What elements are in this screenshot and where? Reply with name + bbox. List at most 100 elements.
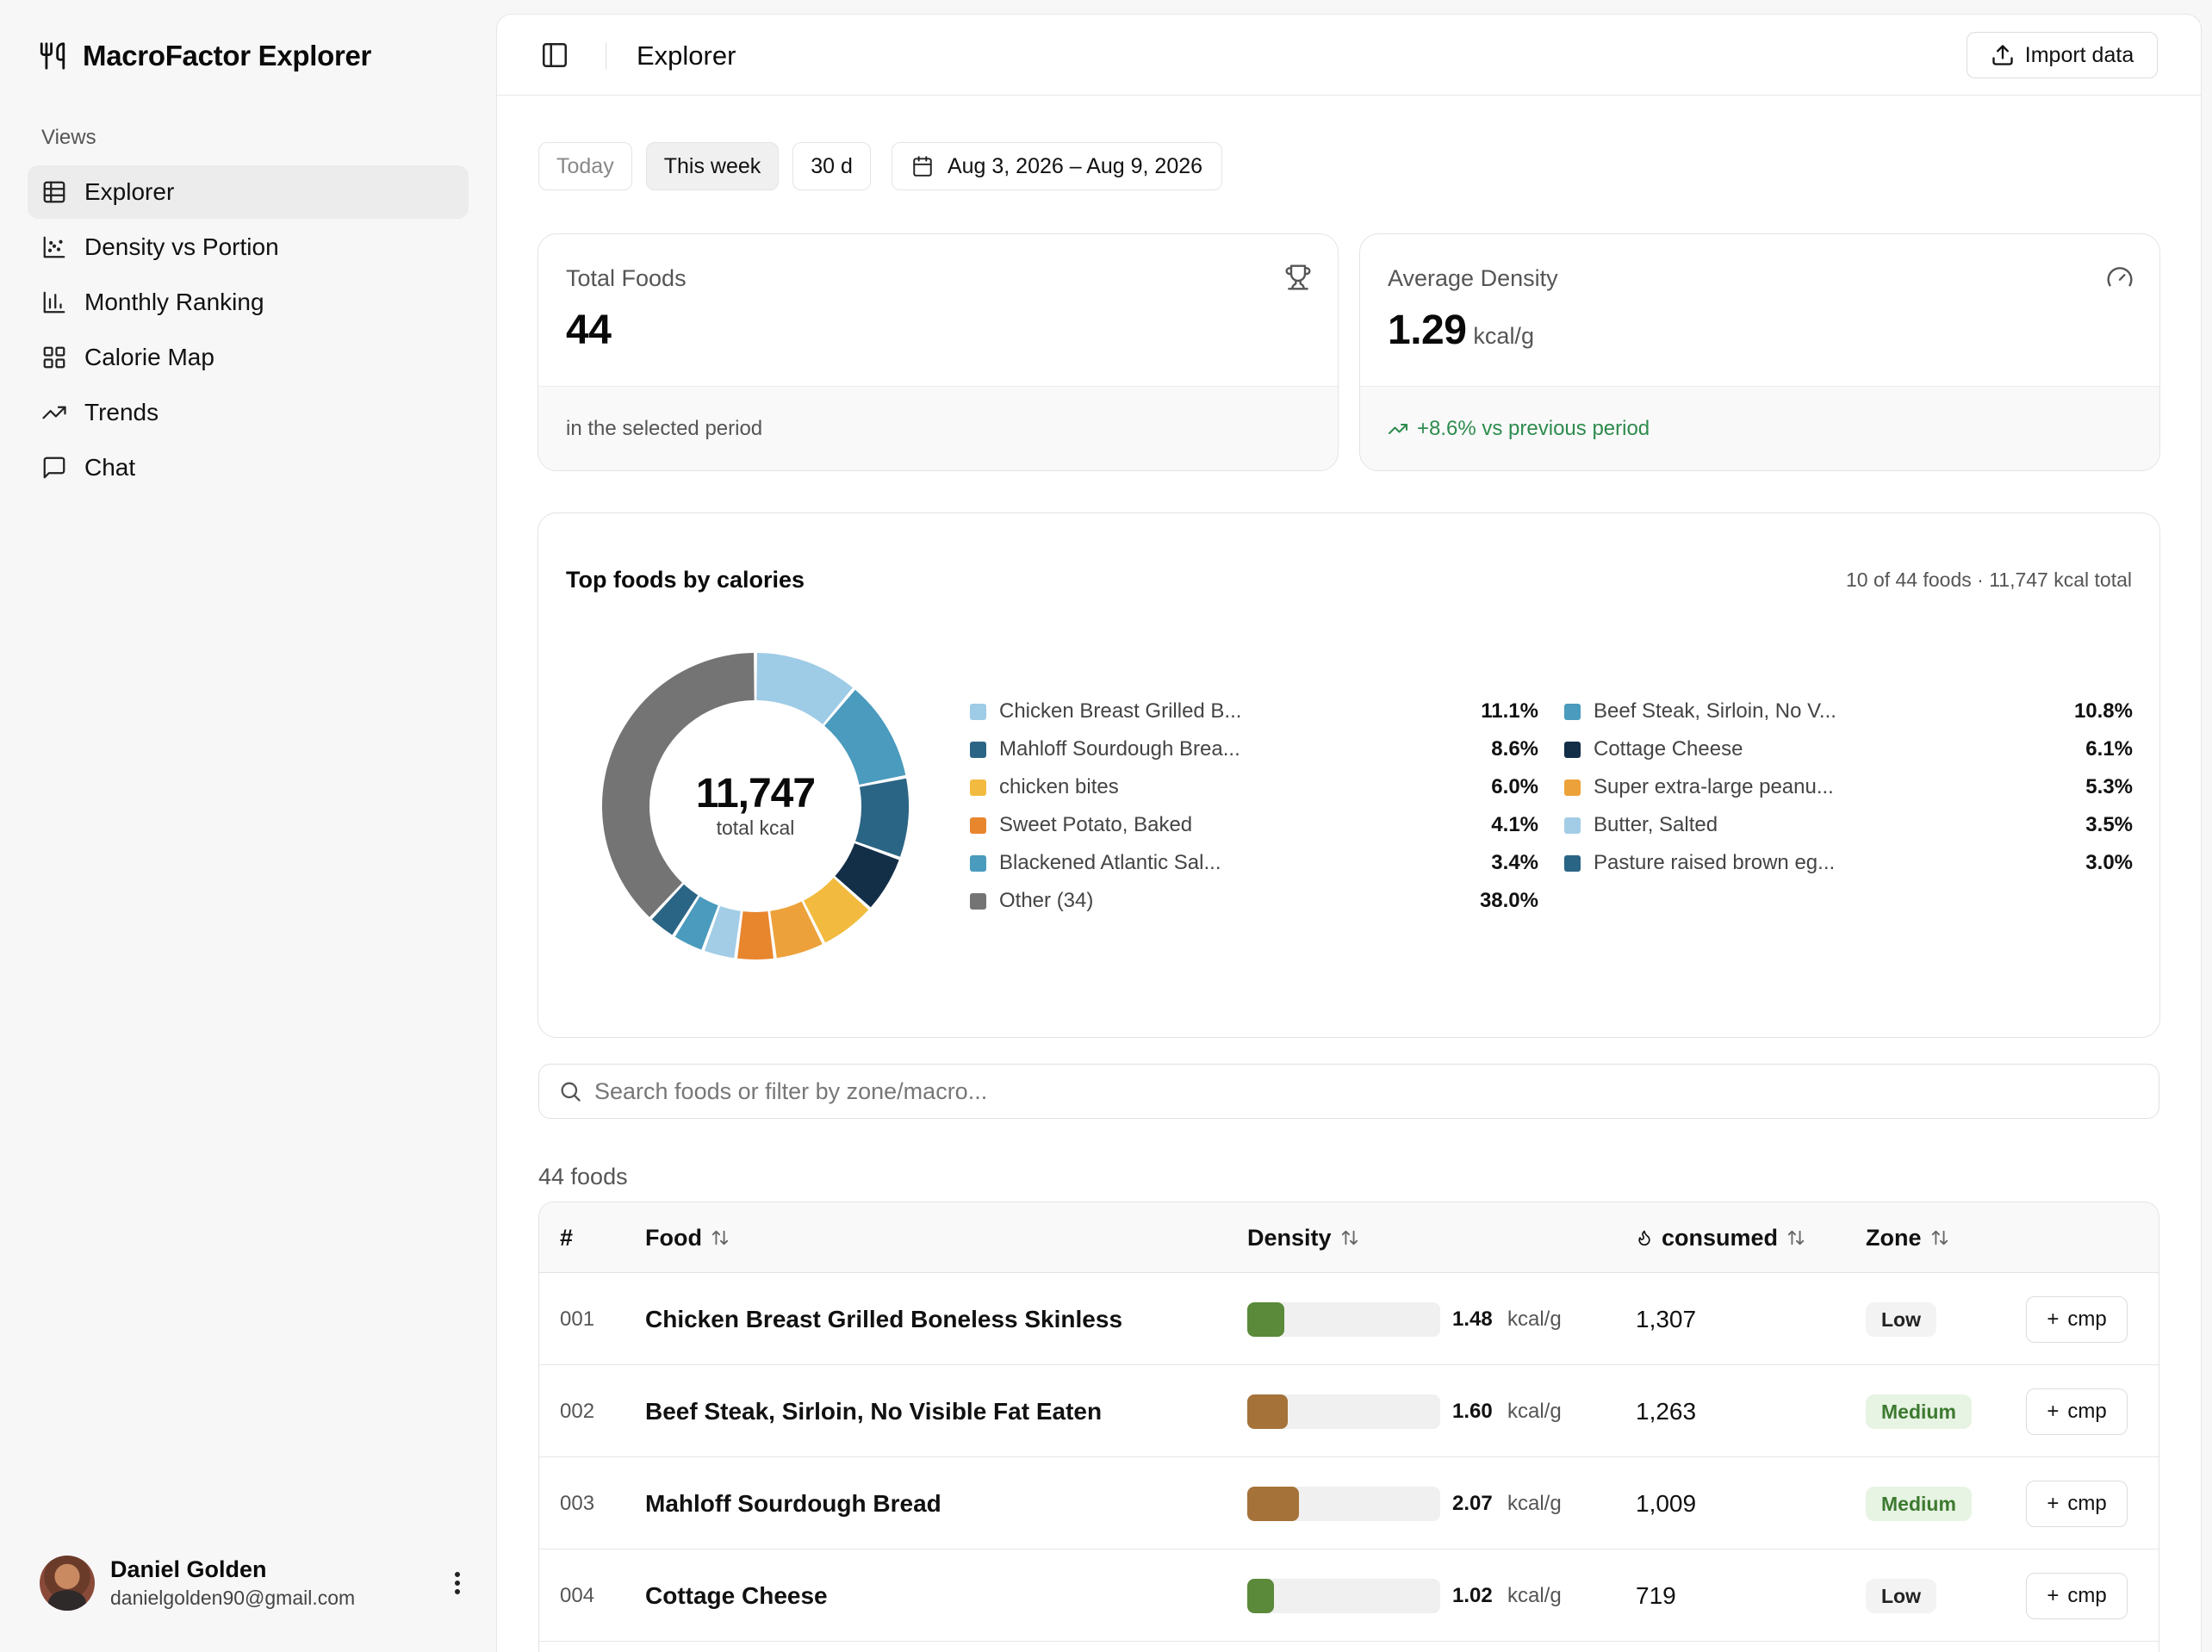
range-today-button[interactable]: Today — [538, 142, 632, 190]
consumed-value: 1,263 — [1636, 1398, 1697, 1425]
flame-icon — [1636, 1228, 1653, 1247]
column-header-density[interactable]: Density — [1247, 1202, 1359, 1273]
legend-item[interactable]: Butter, Salted 3.5% — [1564, 808, 2133, 842]
search-input[interactable] — [594, 1078, 2159, 1105]
donut-slice[interactable] — [737, 911, 774, 960]
density-value: 1.60 — [1452, 1400, 1493, 1423]
average-density-unit: kcal/g — [1473, 323, 1534, 349]
legend-item[interactable]: Sweet Potato, Baked 4.1% — [970, 808, 1538, 842]
donut-slice[interactable] — [602, 653, 755, 917]
column-header-consumed[interactable]: consumed — [1636, 1202, 1805, 1273]
legend-percent: 11.1% — [1481, 699, 1538, 723]
legend-percent: 8.6% — [1491, 737, 1538, 761]
legend-label: Chicken Breast Grilled B... — [999, 699, 1242, 723]
compare-button[interactable]: + cmp — [2026, 1388, 2128, 1435]
sidebar-item-density-vs-portion[interactable]: Density vs Portion — [28, 220, 469, 274]
compare-cell: + cmp — [2026, 1458, 2128, 1550]
brand[interactable]: MacroFactor Explorer — [38, 38, 371, 74]
column-header-zone[interactable]: Zone — [1866, 1202, 1949, 1273]
range-30d-button[interactable]: 30 d — [792, 142, 871, 190]
legend-item[interactable]: Other (34) 38.0% — [970, 884, 1538, 918]
more-vertical-icon[interactable] — [444, 1566, 470, 1600]
average-density-footer: +8.6% vs previous period — [1360, 386, 2159, 470]
zone-cell: Medium — [1866, 1458, 1972, 1550]
trend-up-icon — [41, 400, 67, 425]
import-data-label: Import data — [2024, 42, 2134, 67]
donut-slice[interactable] — [855, 778, 909, 857]
legend-item[interactable]: Super extra-large peanu... 5.3% — [1564, 770, 2133, 804]
date-range-picker[interactable]: Aug 3, 2026 – Aug 9, 2026 — [891, 142, 1223, 190]
grid-icon — [41, 345, 67, 370]
import-data-button[interactable]: Import data — [1967, 32, 2158, 78]
sidebar-item-calorie-map[interactable]: Calorie Map — [28, 331, 469, 384]
legend-percent: 5.3% — [2085, 775, 2133, 798]
user-name: Daniel Golden — [110, 1556, 267, 1582]
food-name: Cottage Cheese — [645, 1582, 828, 1609]
table-row[interactable]: 003 Mahloff Sourdough Bread 2.07 kcal/g … — [539, 1458, 2159, 1550]
top-bar: Explorer Import data — [497, 15, 2201, 96]
legend-label: Blackened Atlantic Sal... — [999, 851, 1221, 874]
foods-count: 44 foods — [538, 1164, 628, 1189]
sidebar-item-label: Calorie Map — [84, 344, 214, 370]
compare-label: cmp — [2067, 1307, 2107, 1331]
plus-icon: + — [2047, 1400, 2060, 1423]
app-title: MacroFactor Explorer — [83, 40, 372, 71]
scatter-chart-icon — [41, 234, 67, 260]
range-this-week-button[interactable]: This week — [645, 142, 780, 190]
zone-badge: Low — [1866, 1579, 1936, 1613]
legend-swatch — [1564, 703, 1581, 720]
column-header-zone-label: Zone — [1866, 1224, 1922, 1251]
legend-percent: 3.5% — [2085, 813, 2133, 836]
compare-label: cmp — [2067, 1492, 2107, 1515]
chart-summary: 10 of 44 foods · 11,747 kcal total — [1845, 568, 2132, 591]
legend-label: Mahloff Sourdough Brea... — [999, 737, 1240, 761]
compare-button[interactable]: + cmp — [2026, 1296, 2128, 1343]
density-bar-track — [1247, 1579, 1440, 1613]
density-value: 1.02 — [1452, 1584, 1493, 1607]
compare-cell: + cmp — [2026, 1366, 2128, 1457]
upload-icon — [1991, 43, 2015, 67]
column-header-consumed-label: consumed — [1662, 1224, 1779, 1251]
compare-button[interactable]: + cmp — [2026, 1573, 2128, 1619]
table-row[interactable]: 004 Cottage Cheese 1.02 kcal/g 719 Low +… — [539, 1550, 2159, 1642]
total-foods-value: 44 — [566, 307, 612, 353]
legend-item[interactable]: Chicken Breast Grilled B... 11.1% — [970, 694, 1538, 729]
total-foods-card: Total Foods 44 in the selected period — [537, 233, 1339, 471]
legend-item[interactable]: Mahloff Sourdough Brea... 8.6% — [970, 732, 1538, 767]
legend-label: Sweet Potato, Baked — [999, 813, 1193, 836]
legend-swatch — [970, 779, 986, 796]
calendar-icon — [911, 155, 934, 177]
trend-up-icon — [1388, 419, 1408, 439]
sidebar-item-label: Explorer — [84, 178, 175, 205]
table-row[interactable]: 001 Chicken Breast Grilled Boneless Skin… — [539, 1274, 2159, 1365]
legend-item[interactable]: Blackened Atlantic Sal... 3.4% — [970, 846, 1538, 880]
density-bar-track — [1247, 1302, 1440, 1337]
sidebar-item-explorer[interactable]: Explorer — [28, 165, 469, 219]
legend-item[interactable]: Beef Steak, Sirloin, No V... 10.8% — [1564, 694, 2133, 729]
table-row[interactable]: 002 Beef Steak, Sirloin, No Visible Fat … — [539, 1366, 2159, 1457]
sidebar-toggle-icon[interactable] — [540, 40, 571, 71]
column-header-food[interactable]: Food — [645, 1202, 730, 1273]
chart-title: Top foods by calories — [566, 567, 805, 593]
legend-item[interactable]: chicken bites 6.0% — [970, 770, 1538, 804]
average-density-card: Average Density 1.29 kcal/g +8.6% vs prev… — [1359, 233, 2160, 471]
sidebar-item-monthly-ranking[interactable]: Monthly Ranking — [28, 276, 469, 329]
average-density-label: Average Density — [1388, 265, 1558, 291]
sidebar-item-label: Trends — [84, 399, 159, 425]
legend-swatch — [1564, 741, 1581, 758]
sidebar-item-chat[interactable]: Chat — [28, 441, 469, 494]
legend-swatch — [1564, 854, 1581, 872]
compare-button[interactable]: + cmp — [2026, 1481, 2128, 1527]
sidebar-item-label: Chat — [84, 454, 136, 481]
legend-label: Super extra-large peanu... — [1594, 775, 1834, 798]
consumed-value: 1,307 — [1636, 1306, 1697, 1332]
sidebar-item-label: Monthly Ranking — [84, 289, 264, 315]
legend-item[interactable]: Pasture raised brown eg... 3.0% — [1564, 846, 2133, 880]
sidebar-item-trends[interactable]: Trends — [28, 386, 469, 439]
legend-swatch — [1564, 779, 1581, 796]
legend-percent: 10.8% — [2073, 699, 2133, 723]
legend-item[interactable]: Cottage Cheese 6.1% — [1564, 732, 2133, 767]
search-icon — [558, 1079, 582, 1103]
user-profile[interactable]: Daniel Golden danielgolden90@gmail.com — [40, 1554, 470, 1612]
gauge-icon — [2106, 264, 2134, 291]
